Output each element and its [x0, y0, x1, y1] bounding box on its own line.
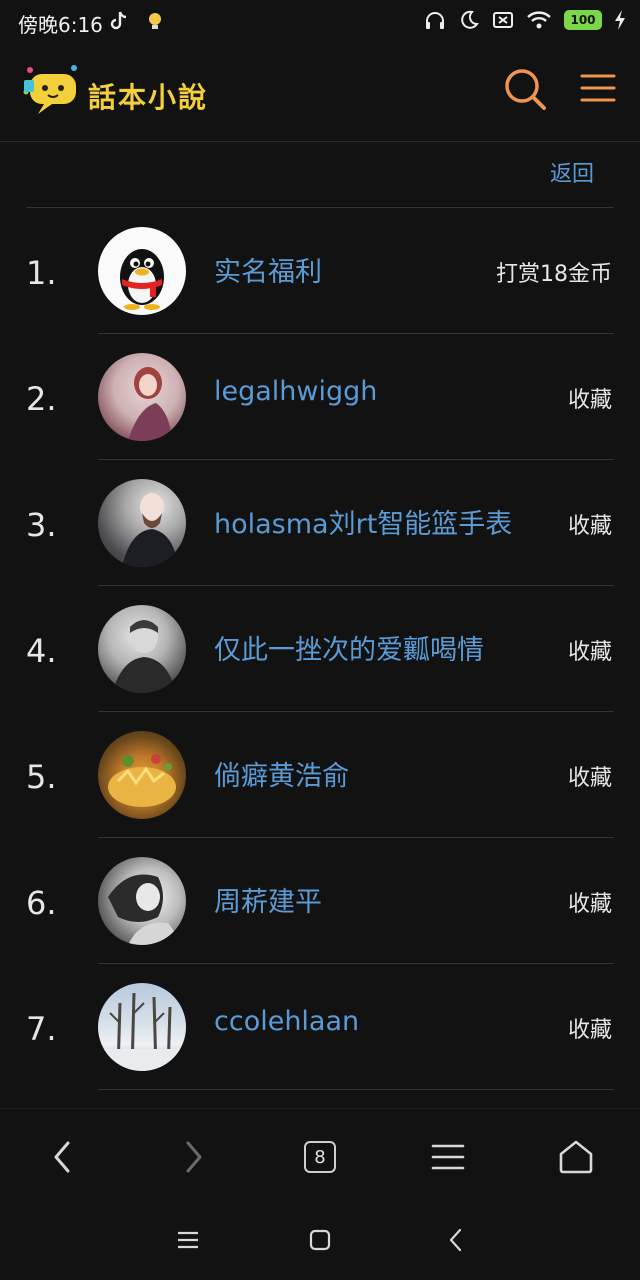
back-link[interactable]: 返回: [550, 156, 594, 188]
action-label[interactable]: 收藏: [568, 1012, 612, 1044]
username-link[interactable]: ccolehlaan: [214, 1006, 359, 1037]
divider: [98, 1089, 614, 1090]
avatar[interactable]: [98, 479, 186, 567]
status-bar: 傍晚6:16 100: [0, 0, 640, 44]
action-label[interactable]: 收藏: [568, 382, 612, 414]
winter-trees-photo-icon: [98, 992, 186, 1071]
man-photo-icon: [122, 493, 178, 567]
rank-number: 6.: [26, 884, 57, 922]
list-item: 4. 仅此一挫次的爱瓤喝情 收藏: [0, 586, 640, 712]
lightbulb-icon: [149, 13, 161, 29]
site-logo[interactable]: 話本小說: [22, 62, 222, 118]
hamburger-menu-icon[interactable]: [578, 68, 618, 108]
chevron-right-icon: [186, 1141, 202, 1173]
search-icon[interactable]: [502, 66, 548, 112]
recent-apps-button[interactable]: [172, 1224, 204, 1256]
list-item: 3. holasma刘rt智能篮手表 收藏: [0, 460, 640, 586]
battery-indicator: 100: [564, 10, 602, 30]
chevron-left-icon: [54, 1141, 70, 1173]
action-label[interactable]: 收藏: [568, 760, 612, 792]
list-item: 1. 实名福利 打赏18金币: [0, 208, 640, 334]
food-photo-icon: [108, 754, 176, 807]
site-header: 話本小說: [0, 44, 640, 142]
username-link[interactable]: 倘癖黄浩俞: [214, 754, 349, 793]
rank-number: 4.: [26, 632, 57, 670]
list-item: 7. ccolehlaan 收藏: [0, 964, 640, 1090]
action-label[interactable]: 收藏: [568, 886, 612, 918]
avatar[interactable]: [98, 983, 186, 1071]
avatar[interactable]: [98, 731, 186, 819]
sim-off-icon: [493, 12, 513, 28]
action-label: 打赏18金币: [496, 262, 612, 287]
avatar[interactable]: [98, 857, 186, 945]
action-label[interactable]: 收藏: [568, 634, 612, 666]
list-item: 2. legalhwiggh 收藏: [0, 334, 640, 460]
charging-bolt-icon: [615, 10, 625, 30]
moon-icon: [461, 10, 479, 29]
girl-bw-photo-icon: [108, 874, 180, 945]
system-back-button[interactable]: [440, 1224, 472, 1256]
username-link[interactable]: 周菥建平: [214, 880, 322, 919]
system-home-button[interactable]: [304, 1224, 336, 1256]
list-item: 5. 倘癖黄浩俞 收藏: [0, 712, 640, 838]
wifi-icon: [527, 11, 551, 29]
username-link[interactable]: legalhwiggh: [214, 376, 377, 407]
username-link[interactable]: 仅此一挫次的爱瓤喝情: [214, 628, 484, 667]
square-home-icon: [309, 1229, 331, 1251]
headphones-icon: [426, 12, 444, 29]
system-navigation: [0, 1200, 640, 1280]
woman-photo-icon: [128, 367, 172, 441]
home-icon: [559, 1140, 593, 1174]
rank-number: 1.: [26, 254, 57, 292]
logo-text: 話本小說: [88, 81, 209, 114]
tiktok-icon: [110, 11, 127, 30]
rank-number: 7.: [26, 1010, 57, 1048]
tab-count: 8: [304, 1141, 336, 1173]
tabs-button[interactable]: 8: [296, 1133, 344, 1181]
browser-toolbar: 8: [0, 1108, 640, 1200]
username-link[interactable]: holasma刘rt智能篮手表: [214, 502, 512, 541]
status-time: 傍晚6:16: [18, 13, 103, 37]
rank-number: 3.: [26, 506, 57, 544]
rank-number: 5.: [26, 758, 57, 796]
back-button[interactable]: [38, 1133, 86, 1181]
fans-list: 1. 实名福利 打赏18金币 2. legalhwiggh 收藏 3. hola…: [0, 208, 640, 1090]
man-bw-photo-icon: [112, 620, 176, 693]
menu-lines-icon: [431, 1144, 465, 1170]
chat-bubble-logo-icon: [23, 65, 77, 114]
back-row: 返回: [26, 142, 614, 208]
list-item: 6. 周菥建平 收藏: [0, 838, 640, 964]
penguin-avatar-icon: [120, 249, 164, 310]
avatar[interactable]: [98, 227, 186, 315]
avatar[interactable]: [98, 353, 186, 441]
browser-menu-button[interactable]: [424, 1133, 472, 1181]
username-link[interactable]: 实名福利: [214, 250, 322, 289]
recent-apps-icon: [178, 1231, 198, 1249]
system-back-icon: [449, 1228, 462, 1252]
home-button[interactable]: [552, 1133, 600, 1181]
rank-number: 2.: [26, 380, 57, 418]
forward-button[interactable]: [170, 1133, 218, 1181]
avatar[interactable]: [98, 605, 186, 693]
action-label[interactable]: 收藏: [568, 508, 612, 540]
